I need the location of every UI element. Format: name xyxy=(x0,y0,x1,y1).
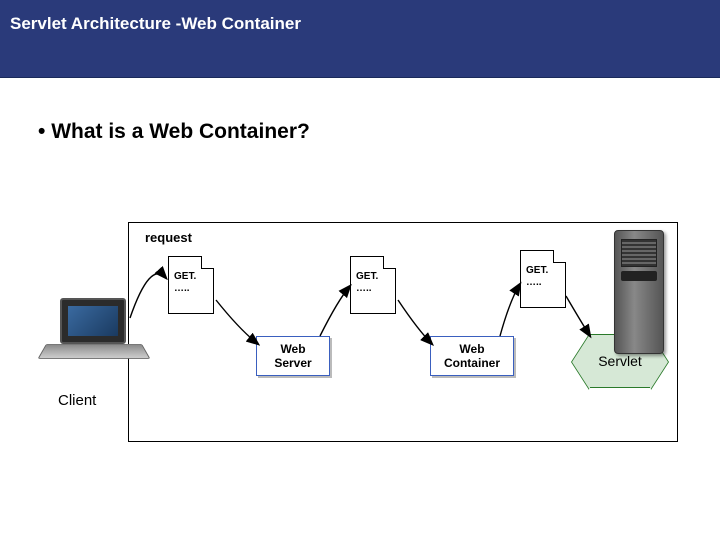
content-area: What is a Web Container? xyxy=(0,78,720,144)
web-server-box: Web Server xyxy=(256,336,330,376)
http-request-page-1: GET. ….. xyxy=(168,256,214,314)
slide-title: Servlet Architecture -Web Container xyxy=(10,14,301,33)
page2-line1: GET. xyxy=(356,271,378,282)
page3-line1: GET. xyxy=(526,265,548,276)
diagram-frame xyxy=(128,222,678,442)
server-rack-icon xyxy=(614,230,664,354)
request-label: request xyxy=(145,230,192,245)
client-label: Client xyxy=(58,392,96,409)
servlet-label: Servlet xyxy=(598,353,642,369)
page2-line2: ….. xyxy=(356,283,372,294)
web-container-box: Web Container xyxy=(430,336,514,376)
http-request-page-3: GET. ….. xyxy=(520,250,566,308)
page1-line1: GET. xyxy=(174,271,196,282)
client-laptop-icon xyxy=(46,298,142,376)
page1-line2: ….. xyxy=(174,283,190,294)
slide-header: Servlet Architecture -Web Container xyxy=(0,0,720,78)
http-request-page-2: GET. ….. xyxy=(350,256,396,314)
page3-line2: ….. xyxy=(526,277,542,288)
section-heading: What is a Web Container? xyxy=(30,120,690,144)
